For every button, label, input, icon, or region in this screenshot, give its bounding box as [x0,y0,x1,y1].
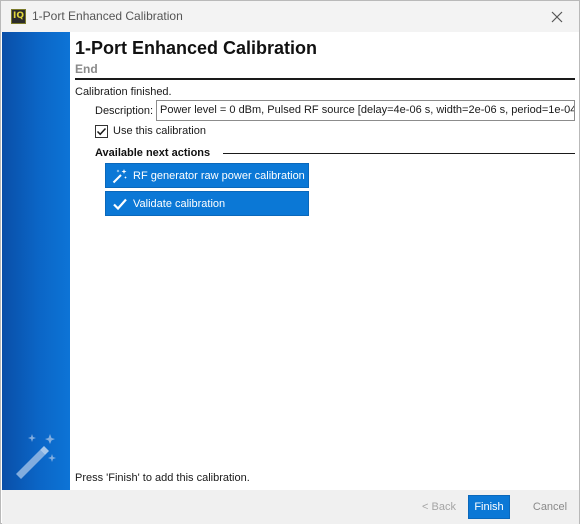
checkmark-icon [96,127,107,135]
next-actions-divider [223,153,575,154]
close-icon [551,11,563,22]
magic-wand-icon [112,168,128,184]
wizard-button-bar: < Back Finish Cancel [2,490,579,524]
back-button[interactable]: < Back [416,496,462,518]
cancel-button[interactable]: Cancel [526,496,574,518]
wizard-sidebar [2,32,70,490]
validate-calibration-button[interactable]: Validate calibration [105,191,309,216]
use-calibration-checkbox[interactable] [95,124,108,138]
page-title: 1-Port Enhanced Calibration [75,38,318,58]
status-text: Calibration finished. [75,86,172,98]
finish-button[interactable]: Finish [468,495,510,519]
app-icon: IQ [11,9,26,24]
title-bar: IQ 1-Port Enhanced Calibration [1,1,579,32]
next-actions-header: Available next actions [95,147,211,159]
footer-hint: Press 'Finish' to add this calibration. [75,472,250,484]
page-subtitle: End [75,62,98,76]
calibration-wizard-window: IQ 1-Port Enhanced Calibration 1-Port En… [0,0,580,524]
description-label: Description: [95,105,154,117]
action-label: RF generator raw power calibration [133,169,305,182]
checkmark-icon [112,196,128,212]
use-calibration-label: Use this calibration [113,125,206,137]
action-label: Validate calibration [133,197,226,210]
wizard-content: 1-Port Enhanced Calibration End Calibrat… [70,32,579,490]
description-field[interactable]: Power level = 0 dBm, Pulsed RF source [d… [156,100,575,121]
rf-generator-raw-power-calibration-button[interactable]: RF generator raw power calibration [105,163,309,188]
close-button[interactable] [535,1,579,32]
title-divider [75,78,575,80]
magic-wand-icon [16,434,56,479]
window-title: 1-Port Enhanced Calibration [32,9,183,23]
use-calibration-checkbox-row[interactable]: Use this calibration [95,123,206,139]
